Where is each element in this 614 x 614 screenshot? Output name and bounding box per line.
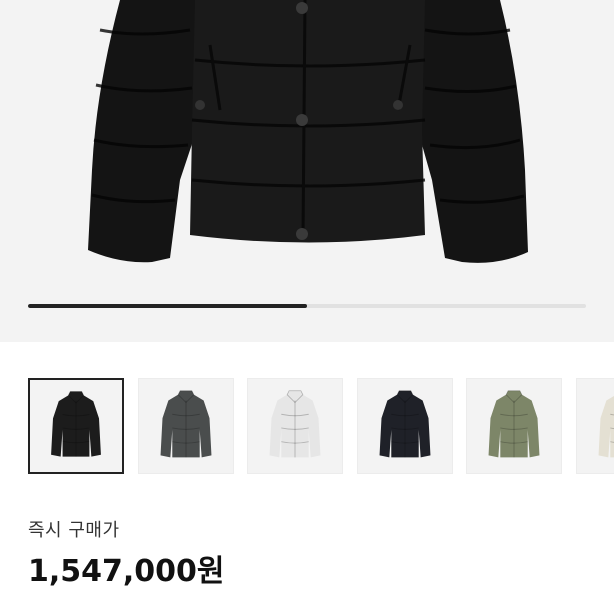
color-thumbnail-black[interactable] [28,378,124,474]
color-thumbnail-white[interactable] [247,378,343,474]
product-image [88,0,528,263]
image-progress-bar[interactable] [28,304,586,308]
color-thumbnail-dark-grey[interactable] [138,378,234,474]
jacket-thumbnail-image [488,390,540,458]
color-thumbnail-olive[interactable] [466,378,562,474]
color-thumbnail-ivory[interactable] [576,378,614,474]
price-label: 즉시 구매가 [28,520,120,541]
color-thumbnail-navy-black[interactable] [357,378,453,474]
jacket-thumbnail-image [51,391,101,457]
product-image-carousel[interactable] [0,0,614,342]
jacket-thumbnail-image [160,390,212,458]
color-thumbnail-list [28,378,614,474]
jacket-thumbnail-image [598,395,614,458]
image-progress-fill [28,304,307,308]
jacket-thumbnail-image [379,390,431,458]
jacket-thumbnail-image [269,390,321,458]
price-value: 1,547,000원 [28,554,225,589]
